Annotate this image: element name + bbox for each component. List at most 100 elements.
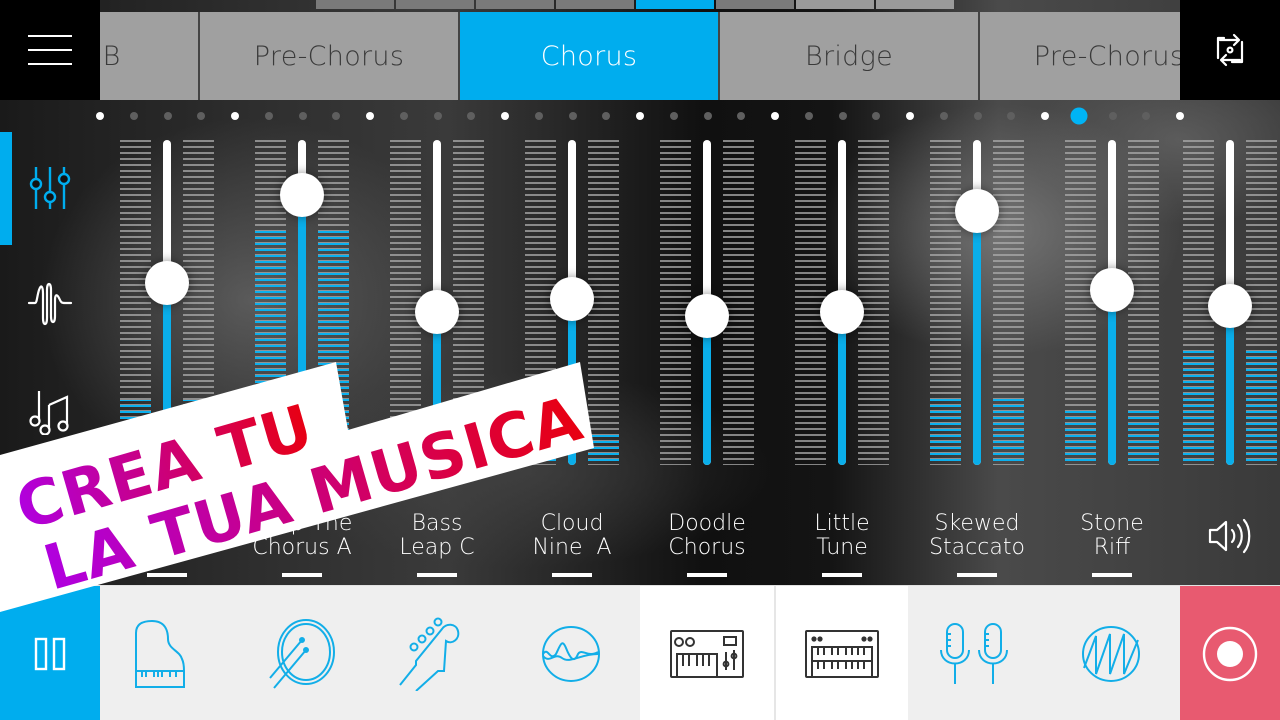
overview-segment[interactable] [396,0,474,9]
channel-label[interactable]: Stone Riff [1042,512,1182,560]
instrument-bass-button[interactable] [368,586,502,720]
level-meter-left [660,140,691,465]
mixer-channel [119,140,215,465]
channel-label-line-1: Little [814,511,870,536]
channel-label-line-1: Doodle [668,511,746,536]
record-button[interactable] [1180,586,1280,720]
pause-button[interactable] [0,586,100,720]
menu-button[interactable] [0,0,100,100]
volume-slider-knob[interactable] [280,173,324,217]
section-overview-bar[interactable] [316,0,954,9]
speaker-volume-icon [1208,518,1251,554]
level-meter-right [723,140,754,465]
channel-select-handle[interactable] [957,573,997,577]
instrument-piano-button[interactable] [100,586,234,720]
meter-level [390,449,421,465]
sidebar-item-mixer[interactable] [14,152,86,224]
volume-slider-knob[interactable] [145,261,189,305]
instrument-keys-button[interactable] [774,586,908,720]
volume-slider-knob[interactable] [955,189,999,233]
channel-select-handle[interactable] [147,573,187,577]
instrument-synth-button[interactable] [640,586,774,720]
record-icon [1202,626,1258,681]
hamburger-menu-icon [28,35,72,65]
sidebar-item-effects[interactable] [14,267,86,339]
overview-segment[interactable] [876,0,954,9]
volume-slider-fill [1108,289,1116,465]
overview-segment[interactable] [796,0,874,9]
level-meter-right [1128,140,1159,465]
channel-select-handle[interactable] [687,573,727,577]
instrument-lead-button[interactable] [1042,586,1180,720]
overview-segment[interactable] [476,0,554,9]
channel-label-line-2: Chorus [668,535,746,560]
channel-label[interactable]: Doodle Chorus [637,512,777,560]
mixer-channel [929,140,1025,465]
channel-label[interactable]: Leap The Chorus A [232,512,372,560]
meter-level [318,231,349,465]
channel-label[interactable]: Little Tune [772,512,912,560]
channel-label-line-2: Leap C [399,535,475,560]
section-tabs: Verse BPre-ChorusChorusBridgePre-Chorus [100,12,1180,100]
volume-slider-fill [568,299,576,465]
volume-slider-knob[interactable] [820,290,864,334]
channel-label[interactable]: Bass Leap C [367,512,507,560]
channel-select-handle[interactable] [1092,573,1132,577]
waveform-icon [27,282,73,326]
mixer-sliders-icon [29,167,71,209]
volume-slider-fill [163,283,171,465]
overview-segment[interactable] [316,0,394,9]
volume-slider-knob[interactable] [415,290,459,334]
mixer-channel [794,140,890,465]
instrument-drums-button[interactable] [234,586,368,720]
channel-label[interactable]: Skewed Staccato [907,512,1047,560]
meter-level [453,449,484,465]
volume-slider-knob[interactable] [550,277,594,321]
tab-section[interactable]: Pre-Chorus [980,12,1180,100]
tab-section[interactable]: Verse B [100,12,200,100]
instrument-fx-button[interactable] [502,586,640,720]
level-meter-left [120,140,151,465]
meter-level [930,397,961,465]
channel-select-handle[interactable] [282,573,322,577]
volume-slider-fill [838,312,846,465]
overview-segment[interactable] [716,0,794,9]
channel-select-handle[interactable] [822,573,862,577]
microphones-icon [940,622,1008,684]
master-channel [1182,140,1278,465]
instrument-vocals-button[interactable] [908,586,1042,720]
volume-slider-knob[interactable] [1208,284,1252,328]
channel-select-handle[interactable] [417,573,457,577]
channel-label-line-1: Bass [411,511,463,536]
meter-level [1246,351,1277,465]
tab-section[interactable]: Chorus [460,12,720,100]
overview-segment[interactable] [556,0,634,9]
master-volume-button[interactable] [1206,514,1254,558]
sidebar-active-indicator [0,132,12,245]
channel-label-line-1: Skewed [934,511,1020,536]
meter-level [1065,410,1096,465]
synth-keyboard-icon [670,629,744,678]
meter-level [993,397,1024,465]
wave-circle-icon [542,625,600,682]
channel-label-line-2: Chorus A [252,535,352,560]
level-meter-left [1065,140,1096,465]
loop-button[interactable] [1180,0,1280,100]
grand-piano-icon [135,619,185,688]
meter-level [525,432,556,465]
volume-slider-knob[interactable] [1090,268,1134,312]
tab-section[interactable]: Pre-Chorus [200,12,460,100]
tab-section[interactable]: Bridge [720,12,980,100]
channel-select-handle[interactable] [552,573,592,577]
sidebar-item-notes[interactable] [14,376,86,448]
mixer-channel [389,140,485,465]
channel-label-line-2: Nine A [532,535,612,560]
mixer-channel [524,140,620,465]
volume-slider-knob[interactable] [685,294,729,338]
channel-label[interactable]: Cloud Nine A [502,512,642,560]
overview-segment[interactable] [636,0,714,9]
level-meter-right [858,140,889,465]
level-meter-right [183,140,214,465]
mixer-channel [254,140,350,465]
volume-slider-fill [298,195,306,465]
